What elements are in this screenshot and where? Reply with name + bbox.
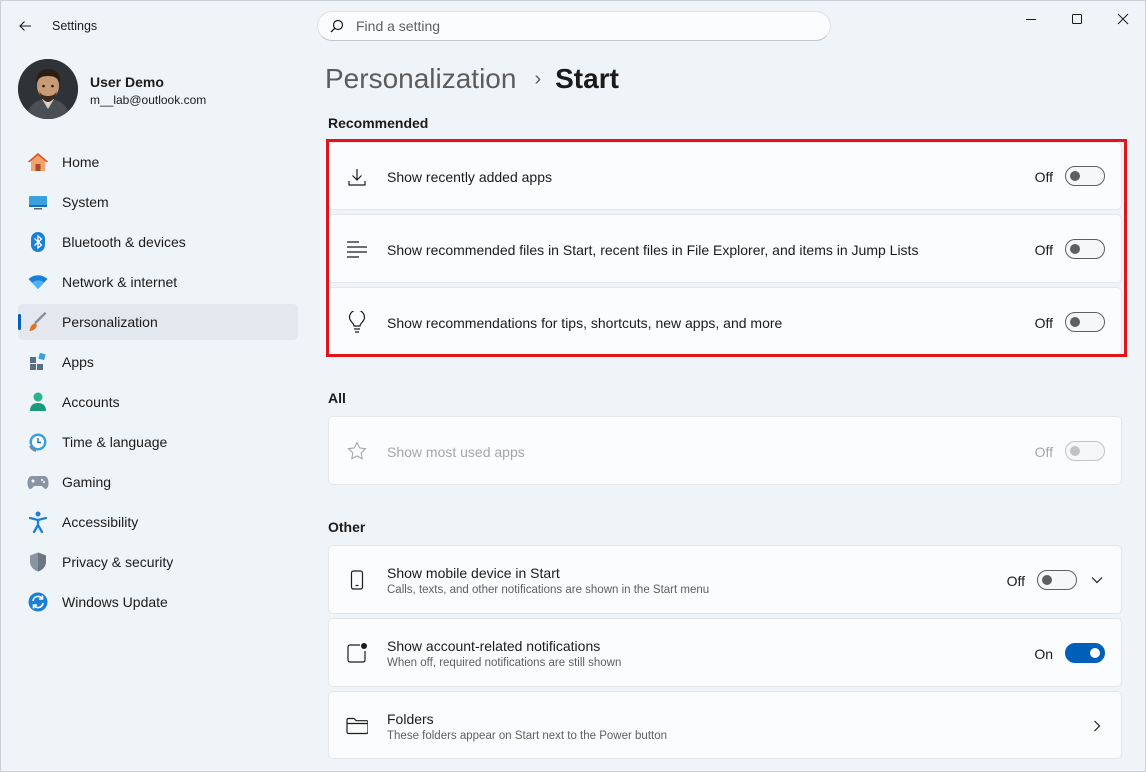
sidebar-item-time-language[interactable]: Time & language — [18, 424, 298, 460]
setting-show-most-used-apps: Show most used apps Off — [328, 416, 1122, 485]
search-icon — [330, 19, 344, 33]
section-title-all: All — [328, 390, 346, 406]
breadcrumb: Personalization › Start — [325, 59, 619, 99]
sidebar-item-label: Home — [62, 154, 100, 170]
app-title: Settings — [52, 19, 98, 33]
close-icon — [1117, 13, 1129, 25]
toggle-switch[interactable] — [1037, 570, 1077, 590]
sidebar-item-label: Apps — [62, 354, 94, 370]
maximize-icon — [1072, 14, 1082, 24]
minimize-icon — [1026, 19, 1036, 20]
sidebar-item-label: Network & internet — [62, 274, 178, 290]
setting-title: Show mobile device in Start — [387, 565, 560, 581]
bluetooth-icon — [26, 230, 50, 254]
sidebar-item-label: Personalization — [62, 314, 158, 330]
setting-title: Show account-related notifications — [387, 638, 601, 654]
setting-show-mobile-device[interactable]: Show mobile device in Start Calls, texts… — [328, 545, 1122, 614]
sidebar-item-system[interactable]: System — [18, 184, 298, 220]
setting-title: Show recommended files in Start, recent … — [387, 242, 919, 258]
sidebar-item-network[interactable]: Network & internet — [18, 264, 298, 300]
back-button[interactable] — [11, 13, 39, 39]
apps-icon — [26, 350, 50, 374]
gamepad-icon — [26, 470, 50, 494]
time-icon — [26, 430, 50, 454]
setting-folders[interactable]: Folders These folders appear on Start ne… — [328, 691, 1122, 759]
setting-account-notifications: Show account-related notifications When … — [328, 618, 1122, 687]
phone-icon — [345, 568, 369, 592]
sidebar-item-label: Accessibility — [62, 514, 139, 530]
toggle-state: Off — [1034, 242, 1053, 258]
setting-description: When off, required notifications are sti… — [387, 657, 622, 669]
toggle-switch[interactable] — [1065, 239, 1105, 259]
toggle-state: Off — [1034, 315, 1053, 331]
wifi-icon — [26, 270, 50, 294]
setting-show-recently-added-apps: Show recently added apps Off — [328, 142, 1122, 210]
section-title-recommended: Recommended — [328, 115, 429, 131]
accessibility-icon — [26, 510, 50, 534]
chevron-right-icon[interactable] — [1089, 718, 1105, 734]
sidebar-item-gaming[interactable]: Gaming — [18, 464, 298, 500]
sidebar-item-label: Accounts — [62, 394, 120, 410]
minimize-button[interactable] — [1008, 5, 1054, 33]
sidebar-item-label: Windows Update — [62, 594, 168, 610]
toggle-state: Off — [1006, 573, 1025, 589]
page-title: Start — [555, 63, 619, 94]
search-input[interactable] — [356, 18, 796, 34]
sidebar-nav: Home System Bluetooth & devices Network … — [18, 144, 298, 624]
sidebar-item-label: Bluetooth & devices — [62, 234, 186, 250]
search-box[interactable] — [317, 11, 831, 41]
folder-icon — [345, 714, 369, 738]
user-name: User Demo — [90, 74, 164, 90]
star-icon — [345, 439, 369, 463]
user-email: m__lab@outlook.com — [90, 93, 207, 107]
breadcrumb-parent[interactable]: Personalization — [325, 63, 516, 95]
close-button[interactable] — [1100, 5, 1146, 33]
toggle-switch[interactable] — [1065, 166, 1105, 186]
sidebar-item-label: System — [62, 194, 109, 210]
sidebar-item-personalization[interactable]: Personalization — [18, 304, 298, 340]
sidebar-item-bluetooth[interactable]: Bluetooth & devices — [18, 224, 298, 260]
sidebar-item-apps[interactable]: Apps — [18, 344, 298, 380]
sidebar-item-label: Time & language — [62, 434, 168, 450]
breadcrumb-separator: › — [534, 67, 542, 90]
accounts-icon — [26, 390, 50, 414]
toggle-switch — [1065, 441, 1105, 461]
lightbulb-icon — [345, 310, 369, 334]
setting-description: Calls, texts, and other notifications ar… — [387, 584, 710, 596]
sidebar-item-accessibility[interactable]: Accessibility — [18, 504, 298, 540]
toggle-switch[interactable] — [1065, 312, 1105, 332]
back-arrow-icon — [19, 21, 31, 31]
toggle-state: Off — [1034, 444, 1053, 460]
home-icon — [26, 150, 50, 174]
download-icon — [345, 165, 369, 189]
section-title-other: Other — [328, 519, 366, 535]
sidebar-item-home[interactable]: Home — [18, 144, 298, 180]
setting-show-recommended-files: Show recommended files in Start, recent … — [328, 214, 1122, 283]
setting-show-recommendations-tips: Show recommendations for tips, shortcuts… — [328, 287, 1122, 355]
toggle-state: On — [1034, 646, 1053, 662]
settings-window: Settings User Demo — [0, 0, 1146, 772]
list-icon — [345, 237, 369, 261]
setting-title: Folders — [387, 711, 434, 727]
setting-title: Show recently added apps — [387, 169, 552, 185]
update-icon — [26, 590, 50, 614]
setting-description: These folders appear on Start next to th… — [387, 730, 668, 742]
sidebar-item-windows-update[interactable]: Windows Update — [18, 584, 298, 620]
shield-icon — [26, 550, 50, 574]
system-icon — [26, 190, 50, 214]
setting-title: Show most used apps — [387, 444, 525, 460]
sidebar-item-privacy-security[interactable]: Privacy & security — [18, 544, 298, 580]
title-bar: Settings — [1, 1, 1146, 49]
setting-title: Show recommendations for tips, shortcuts… — [387, 315, 783, 331]
chevron-down-icon[interactable] — [1089, 572, 1105, 588]
toggle-state: Off — [1034, 169, 1053, 185]
brush-icon — [26, 310, 50, 334]
sidebar-item-accounts[interactable]: Accounts — [18, 384, 298, 420]
maximize-button[interactable] — [1054, 5, 1100, 33]
sidebar-item-label: Gaming — [62, 474, 112, 490]
sidebar-item-label: Privacy & security — [62, 554, 174, 570]
toggle-switch[interactable] — [1065, 643, 1105, 663]
avatar — [18, 59, 78, 119]
notification-icon — [345, 641, 369, 665]
